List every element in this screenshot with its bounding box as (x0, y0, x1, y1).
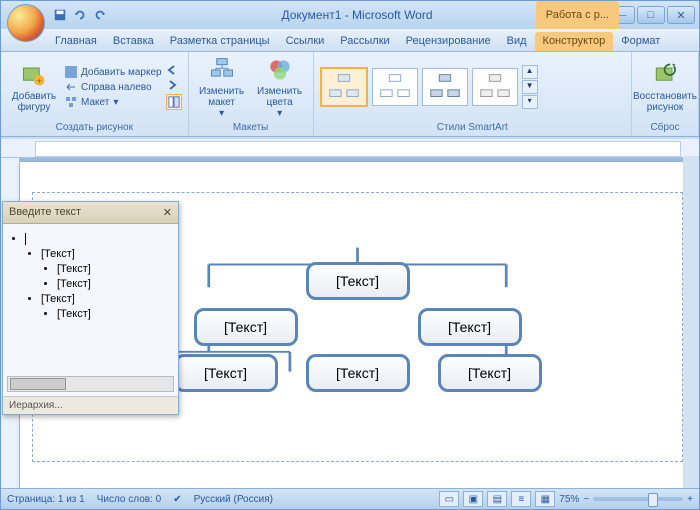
zoom-slider[interactable] (593, 497, 683, 501)
change-colors-icon (266, 56, 294, 84)
hierarchy-node[interactable]: [Текст] (194, 308, 298, 346)
group-label-layouts: Макеты (195, 120, 307, 136)
text-pane-item[interactable]: [Текст] (41, 248, 172, 260)
rtl-button[interactable]: Справа налево (65, 81, 162, 93)
svg-text:+: + (37, 76, 42, 86)
style-item-2[interactable] (372, 68, 418, 106)
promote-button[interactable] (166, 64, 182, 76)
style-item-3[interactable] (422, 68, 468, 106)
reset-icon (651, 61, 679, 89)
layout-icon (65, 96, 77, 108)
view-full-screen[interactable]: ▣ (463, 491, 483, 507)
text-pane-item[interactable]: [Текст] [Текст] [Текст] [Текст] [Текст] (25, 233, 172, 320)
gallery-more-button[interactable]: ▾ (522, 95, 538, 109)
hierarchy-node[interactable]: [Текст] (306, 354, 410, 392)
view-print-layout[interactable]: ▭ (439, 491, 459, 507)
tab-pagelayout[interactable]: Разметка страницы (162, 32, 278, 51)
gallery-up-button[interactable]: ▲ (522, 65, 538, 79)
change-colors-button[interactable]: Изменить цвета ▾ (253, 56, 307, 119)
context-tab-label: Работа с р... (536, 1, 619, 29)
text-pane-item[interactable]: [Текст] (41, 293, 172, 305)
arrow-right-icon (166, 79, 178, 91)
hierarchy-node[interactable]: [Текст] (438, 354, 542, 392)
style-item-4[interactable] (472, 68, 518, 106)
hierarchy-node[interactable]: [Текст] (418, 308, 522, 346)
tab-mailings[interactable]: Рассылки (332, 32, 397, 51)
undo-icon[interactable] (73, 8, 87, 22)
arrow-left-icon (166, 64, 178, 76)
add-shape-button[interactable]: + Добавить фигуру (7, 61, 61, 113)
tab-review[interactable]: Рецензирование (398, 32, 499, 51)
layout-button[interactable]: Макет ▾ (65, 96, 162, 108)
status-spellcheck-icon[interactable]: ✔ (173, 494, 181, 505)
view-web-layout[interactable]: ▤ (487, 491, 507, 507)
tab-references[interactable]: Ссылки (278, 32, 333, 51)
vertical-scrollbar[interactable] (683, 156, 699, 489)
text-pane-footer: Иерархия... (3, 396, 178, 414)
group-label-create: Создать рисунок (7, 120, 182, 136)
horizontal-ruler[interactable] (1, 139, 699, 158)
status-language[interactable]: Русский (Россия) (194, 494, 273, 505)
tab-format[interactable]: Формат (613, 32, 668, 51)
text-pane-item[interactable]: [Текст] (57, 263, 172, 275)
smartart-style-gallery: ▲ ▼ ▾ (320, 54, 625, 120)
window-title: Документ1 - Microsoft Word (107, 8, 607, 22)
textpane-toggle[interactable] (166, 94, 182, 110)
view-draft[interactable]: ▦ (535, 491, 555, 507)
bullet-icon (65, 66, 77, 78)
style-item-1[interactable] (320, 67, 368, 107)
group-label-reset: Сброс (638, 120, 692, 136)
rtl-icon (65, 81, 77, 93)
group-label-styles: Стили SmartArt (320, 120, 625, 136)
text-pane-item[interactable]: [Текст] (57, 308, 172, 320)
zoom-in-button[interactable]: + (687, 494, 693, 505)
save-icon[interactable] (53, 8, 67, 22)
office-button[interactable] (7, 4, 45, 42)
text-pane-close-button[interactable]: ✕ (163, 206, 172, 219)
tab-design[interactable]: Конструктор (535, 32, 614, 51)
view-outline[interactable]: ≡ (511, 491, 531, 507)
change-layout-button[interactable]: Изменить макет ▾ (195, 56, 249, 119)
gallery-down-button[interactable]: ▼ (522, 80, 538, 94)
reset-graphic-button[interactable]: Восстановить рисунок (638, 61, 692, 113)
zoom-level[interactable]: 75% (559, 494, 579, 505)
smartart-text-pane[interactable]: Введите текст ✕ [Текст] [Текст] [Текст] … (2, 201, 179, 415)
redo-icon[interactable] (93, 8, 107, 22)
ribbon-tabs: Главная Вставка Разметка страницы Ссылки… (1, 29, 699, 52)
textpane-icon (168, 96, 180, 108)
status-page[interactable]: Страница: 1 из 1 (7, 494, 85, 505)
zoom-out-button[interactable]: − (583, 494, 589, 505)
demote-button[interactable] (166, 79, 182, 91)
maximize-button[interactable]: □ (637, 6, 665, 24)
tab-view[interactable]: Вид (499, 32, 535, 51)
status-words[interactable]: Число слов: 0 (97, 494, 161, 505)
text-pane-scrollbar[interactable] (7, 376, 174, 392)
tab-insert[interactable]: Вставка (105, 32, 162, 51)
text-pane-title: Введите текст (9, 206, 81, 219)
hierarchy-node[interactable]: [Текст] (174, 354, 278, 392)
close-button[interactable]: ✕ (667, 6, 695, 24)
hierarchy-node[interactable]: [Текст] (306, 262, 410, 300)
text-pane-item[interactable]: [Текст] (57, 278, 172, 290)
change-layout-icon (208, 56, 236, 84)
add-bullet-button[interactable]: Добавить маркер (65, 66, 162, 78)
tab-home[interactable]: Главная (47, 32, 105, 51)
add-shape-icon: + (20, 61, 48, 89)
